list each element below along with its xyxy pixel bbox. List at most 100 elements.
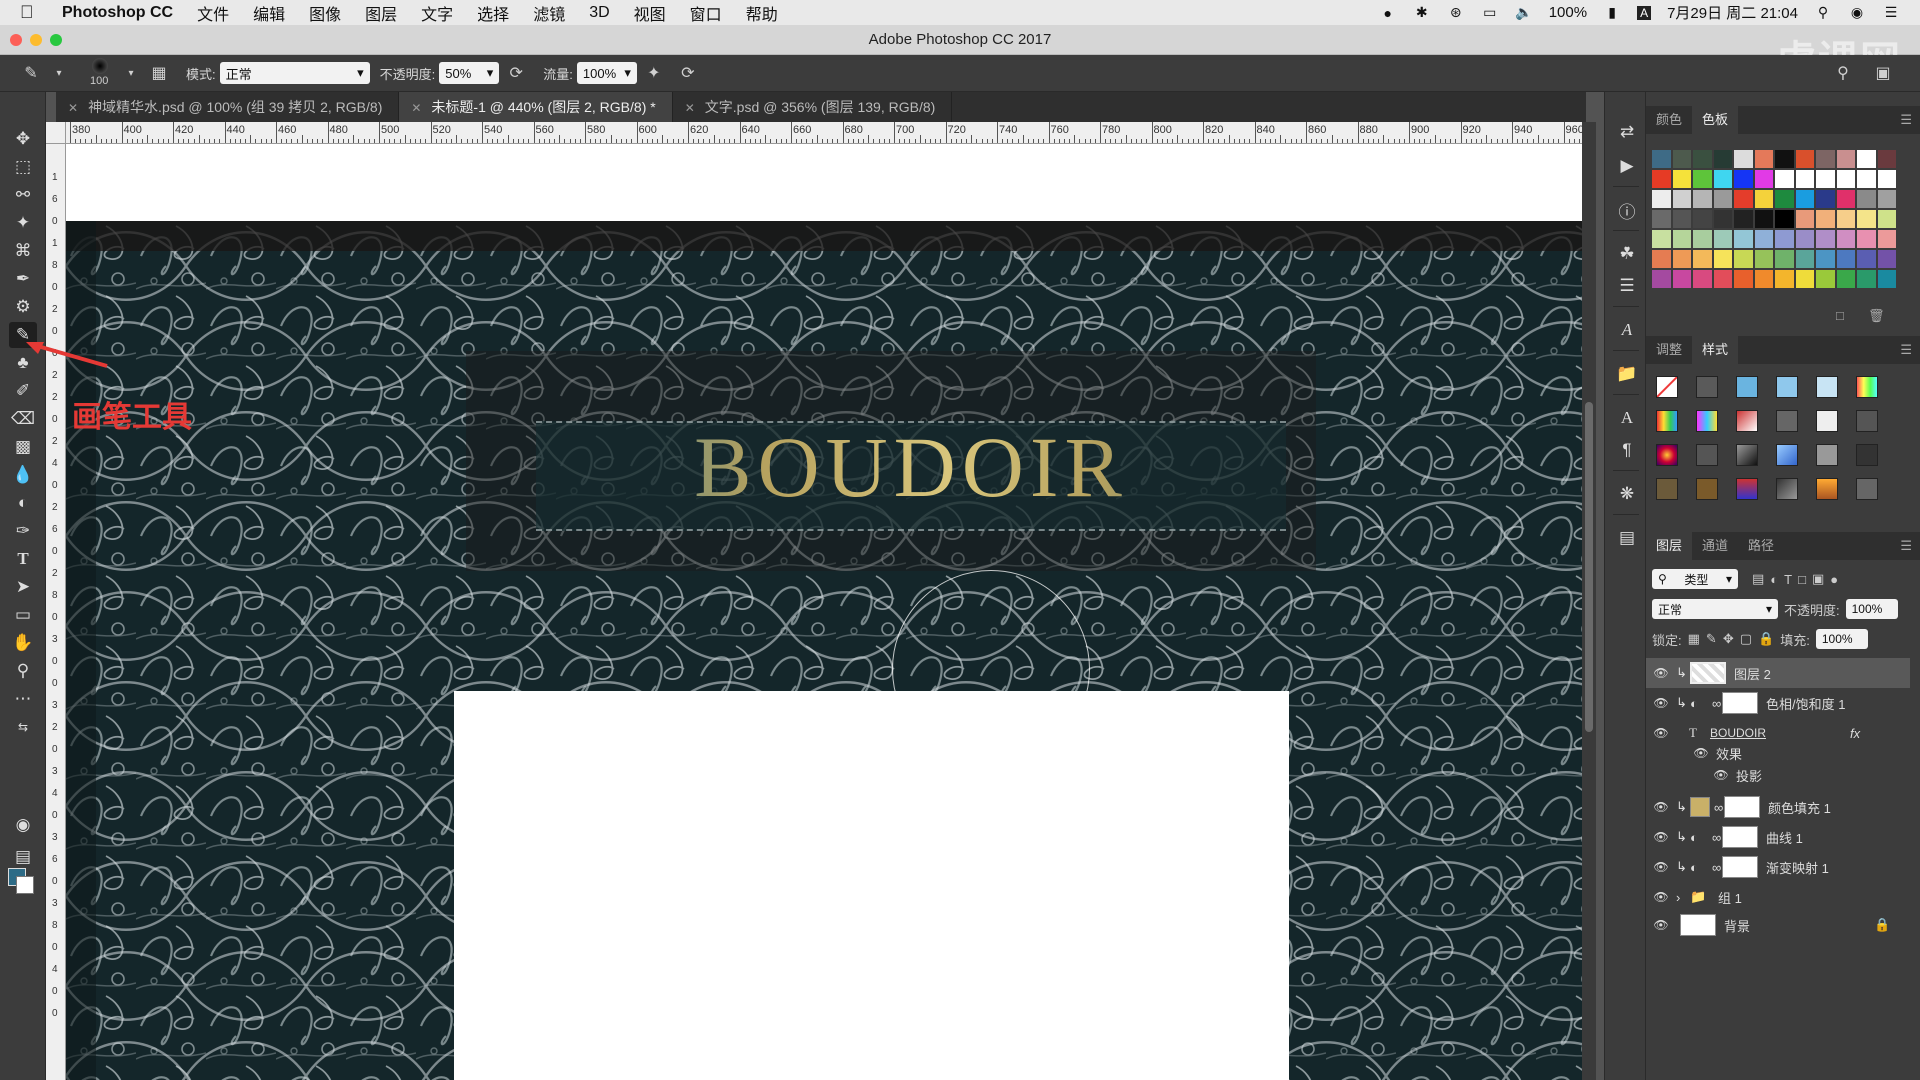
color-swatch[interactable] xyxy=(1816,210,1835,228)
properties-icon[interactable]: ▤ xyxy=(1615,526,1639,550)
zoom-window-button[interactable] xyxy=(50,34,62,46)
layer-row[interactable]: 👁 ↳ ◐ ∞ 渐变映射 1 xyxy=(1646,852,1910,882)
fill-field[interactable]: 100% xyxy=(1815,629,1868,649)
canvas-title-text[interactable]: BOUDOIR xyxy=(536,417,1286,517)
bluetooth-icon[interactable]: ✱ xyxy=(1413,4,1431,22)
menu-file[interactable]: 文件 xyxy=(197,1,229,25)
blend-mode-select[interactable]: 正常 ▾ xyxy=(1652,599,1778,619)
color-swatch[interactable] xyxy=(1775,150,1794,168)
path-selection-tool-icon[interactable]: ➤ xyxy=(9,574,37,600)
tab-document-2[interactable]: ✕ 未标题-1 @ 440% (图层 2, RGB/8) * xyxy=(399,92,673,122)
screen-mode-icon[interactable]: ▤ xyxy=(9,844,37,870)
tab-layers[interactable]: 图层 xyxy=(1646,532,1693,560)
color-swatch[interactable] xyxy=(1754,170,1773,188)
color-swatch[interactable] xyxy=(1877,230,1896,248)
menu-layer[interactable]: 图层 xyxy=(365,1,397,25)
brush-preset-icon[interactable]: ✎ xyxy=(20,62,42,84)
menu-view[interactable]: 视图 xyxy=(634,1,666,25)
color-swatch[interactable] xyxy=(1857,250,1876,268)
color-swatch[interactable] xyxy=(1795,170,1814,188)
quick-mask-icon[interactable]: ◉ xyxy=(9,812,37,838)
hand-tool-icon[interactable]: ✋ xyxy=(9,630,37,656)
background-color-swatch[interactable] xyxy=(16,876,34,894)
color-swatch[interactable] xyxy=(1734,270,1753,288)
healing-brush-tool-icon[interactable]: ⚙ xyxy=(9,294,37,320)
tab-styles[interactable]: 样式 xyxy=(1692,336,1739,364)
crop-tool-icon[interactable]: ⌘ xyxy=(9,238,37,264)
color-swatch[interactable] xyxy=(1816,190,1835,208)
rectangle-tool-icon[interactable]: ▭ xyxy=(9,602,37,628)
color-swatch[interactable] xyxy=(1877,170,1896,188)
color-swatch[interactable] xyxy=(1672,230,1691,248)
pressure-opacity-icon[interactable]: ⟳ xyxy=(505,62,527,84)
color-swatch[interactable] xyxy=(1734,170,1753,188)
style-swatch[interactable] xyxy=(1776,478,1798,500)
character-panel-icon[interactable]: A xyxy=(1615,406,1639,430)
workspace-icon[interactable]: ▣ xyxy=(1872,62,1894,84)
color-swatch[interactable] xyxy=(1795,230,1814,248)
libraries-icon[interactable]: 📁 xyxy=(1615,362,1639,386)
menu-image[interactable]: 图像 xyxy=(309,1,341,25)
color-swatch[interactable] xyxy=(1734,150,1753,168)
color-swatch[interactable] xyxy=(1672,250,1691,268)
style-swatch[interactable] xyxy=(1776,410,1798,432)
color-swatch[interactable] xyxy=(1795,250,1814,268)
wifi-icon[interactable]: ⊛ xyxy=(1447,4,1465,22)
close-tab-icon[interactable]: ✕ xyxy=(685,101,695,115)
visibility-eye-icon[interactable]: 👁 xyxy=(1646,696,1676,710)
flow-field[interactable]: 100% ▾ xyxy=(576,62,637,84)
volume-icon[interactable]: 🔈 xyxy=(1515,4,1533,22)
menu-window[interactable]: 窗口 xyxy=(690,1,722,25)
glyphs-icon[interactable]: ❋ xyxy=(1615,482,1639,506)
visibility-eye-icon[interactable]: 👁 xyxy=(1646,800,1676,814)
lock-artboard-icon[interactable]: ▢ xyxy=(1740,631,1752,647)
style-swatch[interactable] xyxy=(1736,478,1758,500)
layer-effects-row[interactable]: 👁 效果 xyxy=(1646,742,1910,764)
character-styles-icon[interactable]: A xyxy=(1615,318,1639,342)
clock[interactable]: 7月29日 周二 21:04 xyxy=(1667,2,1798,23)
color-swatch[interactable] xyxy=(1672,190,1691,208)
color-swatch[interactable] xyxy=(1652,210,1671,228)
minimize-window-button[interactable] xyxy=(30,34,42,46)
eraser-tool-icon[interactable]: ⌫ xyxy=(9,406,37,432)
color-swatch[interactable] xyxy=(1734,190,1753,208)
lock-transparency-icon[interactable]: ▦ xyxy=(1688,631,1700,647)
color-swatch[interactable] xyxy=(1754,250,1773,268)
paragraph-panel-icon[interactable]: ¶ xyxy=(1615,438,1639,462)
style-swatch[interactable] xyxy=(1736,410,1758,432)
color-swatch[interactable] xyxy=(1795,270,1814,288)
color-swatch[interactable] xyxy=(1877,270,1896,288)
gradient-tool-icon[interactable]: ▩ xyxy=(9,434,37,460)
color-swatch[interactable] xyxy=(1795,190,1814,208)
airplay-icon[interactable]: ▭ xyxy=(1481,4,1499,22)
ruler-origin[interactable] xyxy=(46,122,66,144)
brush-presets-icon[interactable]: ☰ xyxy=(1615,274,1639,298)
color-swatch[interactable] xyxy=(1754,190,1773,208)
filter-toggle-icon[interactable]: ● xyxy=(1830,572,1838,587)
color-swatch[interactable] xyxy=(1693,270,1712,288)
color-swatch[interactable] xyxy=(1775,190,1794,208)
color-swatch[interactable] xyxy=(1857,270,1876,288)
airbrush-icon[interactable]: ✦ xyxy=(643,62,665,84)
style-swatch[interactable] xyxy=(1696,410,1718,432)
type-tool-icon[interactable]: T xyxy=(9,546,37,572)
tab-paths[interactable]: 路径 xyxy=(1738,532,1784,560)
zoom-tool-icon[interactable]: ⚲ xyxy=(9,658,37,684)
style-swatch[interactable] xyxy=(1816,444,1838,466)
canvas-vertical-scrollbar[interactable] xyxy=(1582,122,1596,1080)
visibility-eye-icon[interactable]: 👁 xyxy=(1646,830,1676,844)
layer-row[interactable]: 👁 ↳ ∞ 颜色填充 1 xyxy=(1646,792,1910,822)
color-swatch[interactable] xyxy=(1857,170,1876,188)
color-swatch[interactable] xyxy=(1795,210,1814,228)
eyedropper-tool-icon[interactable]: ✒ xyxy=(9,266,37,292)
search-icon[interactable]: ⚲ xyxy=(1832,62,1854,84)
color-swatch[interactable] xyxy=(1754,270,1773,288)
filter-adjustment-icon[interactable]: ◐ xyxy=(1770,572,1778,587)
color-swatch[interactable] xyxy=(1713,210,1732,228)
pressure-size-icon[interactable]: ⟳ xyxy=(677,62,699,84)
brush-size-picker[interactable]: 100 xyxy=(80,56,120,90)
pen-tool-icon[interactable]: ✑ xyxy=(9,518,37,544)
style-swatch[interactable] xyxy=(1816,478,1838,500)
style-swatch[interactable] xyxy=(1776,376,1798,398)
swatch-grid[interactable] xyxy=(1652,150,1896,288)
